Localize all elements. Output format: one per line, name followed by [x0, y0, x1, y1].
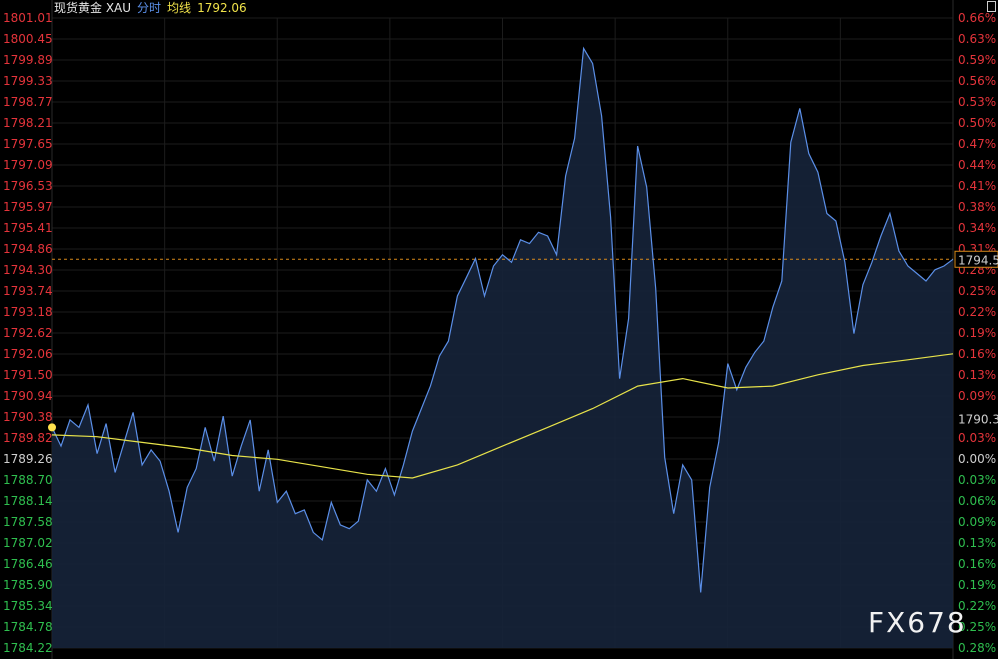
- price-tick-label: 1786.46: [3, 557, 53, 571]
- pct-tick-label: 0.44%: [958, 158, 996, 172]
- price-tick-label: 1799.33: [3, 74, 53, 88]
- window-icon[interactable]: [987, 1, 996, 12]
- mode-label[interactable]: 分时: [137, 1, 161, 15]
- percent-axis: 0.66% 0.63% 0.59% 0.56% 0.53% 0.50% 0.47% 0.44%…: [958, 11, 996, 655]
- price-tick-label: 1798.77: [3, 95, 53, 109]
- pct-tick-label: 0.00%: [958, 452, 996, 466]
- pct-tick-label: 0.34%: [958, 221, 996, 235]
- pct-tick-label: 0.06%: [958, 494, 996, 508]
- price-tick-label: 1792.62: [3, 326, 53, 340]
- instrument-name: 现货黄金 XAU: [54, 1, 132, 15]
- price-tick-label: 1790.94: [3, 389, 53, 403]
- price-tick-label: 1797.65: [3, 137, 53, 151]
- price-tick-label: 1797.09: [3, 158, 53, 172]
- pct-tick-label: 0.03%: [958, 473, 996, 487]
- pct-tick-label: 0.59%: [958, 53, 996, 67]
- price-tick-label: 1793.18: [3, 305, 53, 319]
- pct-tick-label: 0.28%: [958, 641, 996, 655]
- pct-tick-label: 0.41%: [958, 179, 996, 193]
- pct-tick-label: 0.19%: [958, 326, 996, 340]
- price-tick-label: 1799.89: [3, 53, 53, 67]
- price-tick-label: 1800.45: [3, 32, 53, 46]
- pct-tick-label: 0.38%: [958, 200, 996, 214]
- pct-tick-label: 0.03%: [958, 431, 996, 445]
- avg-value: 1792.06: [197, 1, 247, 15]
- avg-price-label: 1790.34: [958, 412, 998, 426]
- pct-tick-label: 0.47%: [958, 137, 996, 151]
- price-tick-label: 1789.82: [3, 431, 53, 445]
- price-tick-label: 1785.90: [3, 578, 53, 592]
- price-tick-label: 1793.74: [3, 284, 53, 298]
- price-tick-label: 1795.41: [3, 221, 53, 235]
- price-tick-label: 1794.30: [3, 263, 53, 277]
- pct-tick-label: 0.13%: [958, 536, 996, 550]
- price-tick-label: 1796.53: [3, 179, 53, 193]
- price-tick-label: 1792.06: [3, 347, 53, 361]
- price-tick-label: 1790.38: [3, 410, 53, 424]
- pct-tick-label: 0.09%: [958, 389, 996, 403]
- price-tick-label: 1788.14: [3, 494, 53, 508]
- price-tick-label: 1794.86: [3, 242, 53, 256]
- pct-tick-label: 0.25%: [958, 284, 996, 298]
- price-tick-label: 1787.58: [3, 515, 53, 529]
- pct-tick-label: 0.56%: [958, 74, 996, 88]
- price-tick-label: 1784.78: [3, 620, 53, 634]
- pct-tick-label: 0.66%: [958, 11, 996, 25]
- price-chart: 1801.01 1800.45 1799.89 1799.33 1798.77 1798.…: [3, 0, 998, 659]
- pct-tick-label: 0.50%: [958, 116, 996, 130]
- price-tick-label: 1801.01: [3, 11, 53, 25]
- price-tick-label: 1795.97: [3, 200, 53, 214]
- pct-tick-label: 0.16%: [958, 347, 996, 361]
- price-tick-label: 1789.26: [3, 452, 53, 466]
- price-tick-label: 1785.34: [3, 599, 53, 613]
- pct-tick-label: 0.19%: [958, 578, 996, 592]
- pct-tick-label: 0.16%: [958, 557, 996, 571]
- pct-tick-label: 0.22%: [958, 305, 996, 319]
- avg-label: 均线: [167, 1, 192, 15]
- start-point-marker: [48, 423, 56, 432]
- price-tick-label: 1787.02: [3, 536, 53, 550]
- price-tick-label: 1788.70: [3, 473, 53, 487]
- price-tick-label: 1798.21: [3, 116, 53, 130]
- pct-tick-label: 0.09%: [958, 515, 996, 529]
- price-tick-label: 1791.50: [3, 368, 53, 382]
- price-tick-label: 1784.22: [3, 641, 53, 655]
- price-axis: 1801.01 1800.45 1799.89 1799.33 1798.77 1798.…: [3, 11, 53, 655]
- pct-tick-label: 0.13%: [958, 368, 996, 382]
- watermark: FX678: [868, 606, 967, 639]
- chart-header: 现货黄金 XAU 分时 均线 1792.06: [54, 1, 253, 15]
- pct-tick-label: 0.53%: [958, 95, 996, 109]
- pct-tick-label: 0.63%: [958, 32, 996, 46]
- last-price-label: 1794.58: [958, 253, 998, 267]
